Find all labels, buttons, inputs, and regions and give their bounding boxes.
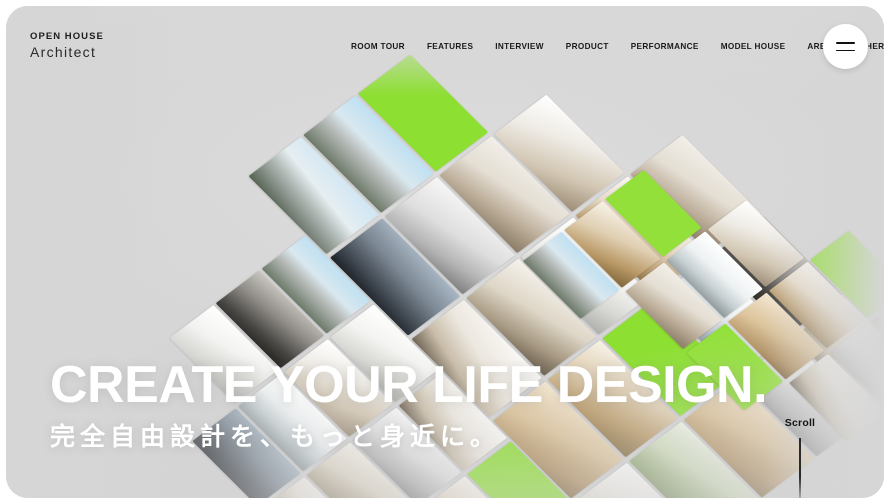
site-logo[interactable]: OPEN HOUSE Architect: [30, 32, 104, 59]
nav-item-product[interactable]: PRODUCT: [566, 42, 609, 51]
scroll-line: [799, 438, 801, 498]
logo-line-1: OPEN HOUSE: [30, 31, 104, 42]
hero-subheadline: 完全自由設計を、もっと身近に。: [50, 423, 501, 451]
hero-headline: CREATE YOUR LIFE DESIGN.: [50, 356, 768, 414]
nav-item-interview[interactable]: INTERVIEW: [495, 42, 544, 51]
hamburger-icon-bar-top: [836, 41, 855, 44]
hamburger-icon-bar-bottom: [836, 49, 855, 52]
nav-item-performance[interactable]: PERFORMANCE: [631, 42, 699, 51]
hamburger-menu-button[interactable]: [823, 24, 868, 69]
scroll-label: Scroll: [784, 417, 816, 429]
nav-item-model-house[interactable]: MODEL HOUSE: [721, 42, 786, 51]
main-navigation: ROOM TOUR FEATURES INTERVIEW PRODUCT PER…: [351, 6, 884, 86]
scroll-indicator[interactable]: Scroll: [778, 417, 822, 498]
nav-item-room-tour[interactable]: ROOM TOUR: [351, 42, 405, 51]
nav-item-features[interactable]: FEATURES: [427, 42, 473, 51]
logo-line-2: Architect: [30, 43, 97, 60]
hero-copy: CREATE YOUR LIFE DESIGN. 完全自由設計を、もっと身近に。: [50, 356, 768, 451]
page-root: OPEN HOUSE Architect ROOM TOUR FEATURES …: [0, 0, 890, 500]
hero-stage: OPEN HOUSE Architect ROOM TOUR FEATURES …: [6, 6, 884, 498]
site-header: OPEN HOUSE Architect ROOM TOUR FEATURES …: [6, 6, 884, 86]
